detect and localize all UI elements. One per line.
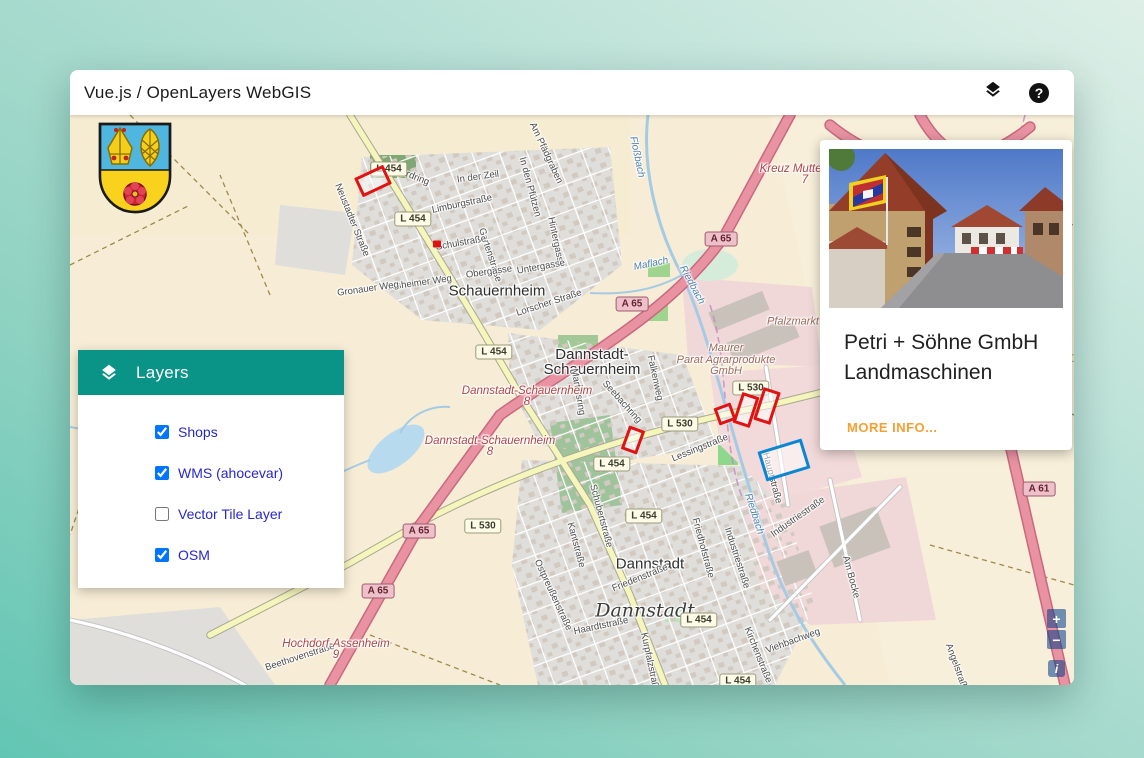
zoom-in-button[interactable]: +	[1047, 609, 1066, 628]
street-label: Friedhofstraße	[690, 517, 717, 580]
street-label: Am Bocke	[840, 555, 862, 600]
top-bar: Vue.js / OpenLayers WebGIS ?	[70, 70, 1074, 115]
feature-info-card: Petri + Söhne GmbH Landmaschinen MORE IN…	[820, 140, 1072, 450]
road-badge: L 530	[464, 519, 501, 534]
water-label: Floßbach	[627, 135, 646, 178]
street-label: Kurpfalzstraße	[638, 632, 662, 685]
feature-title: Petri + Söhne GmbH Landmaschinen	[844, 328, 1038, 388]
street-label: Ostpreußenstraße	[532, 558, 575, 633]
landuse-label: MaurerParat AgrarprodukteGmbH	[677, 343, 776, 378]
layer-checkbox[interactable]	[155, 507, 169, 521]
road-badge: L 454	[593, 457, 630, 472]
layer-row[interactable]: OSM	[78, 534, 344, 575]
selected-shop-feature[interactable]	[757, 438, 810, 481]
layer-checkbox[interactable]	[155, 466, 169, 480]
layer-row[interactable]: Shops	[78, 411, 344, 452]
street-label: Kantstraße	[565, 521, 588, 569]
road-badge: A 61	[1023, 482, 1056, 497]
road-badge: L 454	[625, 509, 662, 524]
road-badge: A 65	[362, 584, 395, 599]
municipality-logo	[95, 120, 175, 220]
app-title: Vue.js / OpenLayers WebGIS	[84, 83, 311, 103]
shop-feature[interactable]	[621, 425, 646, 454]
road-badge: L 454	[680, 613, 717, 628]
layers-panel: Layers Shops WMS (ahocevar) Vector Tile …	[78, 350, 344, 588]
help-button[interactable]: ?	[1028, 82, 1050, 104]
layer-checkbox[interactable]	[155, 425, 169, 439]
attribution-button[interactable]: i	[1048, 660, 1065, 677]
street-label: Gronauer Weg	[336, 279, 399, 299]
layer-label: WMS (ahocevar)	[178, 465, 283, 481]
water-label: Riedbach	[677, 264, 707, 306]
feature-title-line1: Petri + Söhne GmbH	[844, 328, 1038, 358]
layers-list: Shops WMS (ahocevar) Vector Tile Layer O…	[78, 395, 344, 588]
street-label: Industriestraße	[722, 526, 752, 590]
layers-icon	[98, 362, 120, 384]
road-badge: L 454	[719, 674, 756, 686]
zoom-out-button[interactable]: −	[1047, 630, 1066, 649]
route-label: Hochdorf-Assenheim9	[282, 639, 389, 661]
landuse-label: Pfalzmarkt	[767, 316, 819, 328]
road-badge: A 65	[403, 524, 436, 539]
shop-feature[interactable]	[433, 241, 441, 248]
layers-toggle-button[interactable]	[982, 82, 1004, 104]
road-badge: A 65	[616, 297, 649, 312]
route-label: Dannstadt-Schauernheim8	[425, 436, 555, 458]
street-label: Lessingstraße	[670, 432, 729, 465]
help-icon: ?	[1029, 83, 1049, 103]
street-label: Seebachring	[600, 378, 644, 425]
layer-label: Vector Tile Layer	[178, 506, 282, 522]
water-label: Riedbach	[742, 492, 766, 536]
road-badge: L 530	[661, 417, 698, 432]
layer-label: OSM	[178, 547, 210, 563]
layer-row[interactable]: WMS (ahocevar)	[78, 452, 344, 493]
street-label: In der Zeil	[456, 169, 499, 186]
road-badge: L 454	[475, 345, 512, 360]
road-badge: A 65	[705, 232, 738, 247]
feature-title-line2: Landmaschinen	[844, 358, 1038, 388]
street-label: Viehbachweg	[764, 626, 821, 656]
layer-label: Shops	[178, 424, 218, 440]
more-info-button[interactable]: MORE INFO...	[847, 420, 938, 435]
route-label: Dannstadt-Schauernheim8	[462, 386, 592, 408]
layers-panel-header: Layers	[78, 350, 344, 395]
layers-panel-title: Layers	[136, 363, 189, 383]
town-label: Dannstadt-Schauernheim	[544, 347, 641, 377]
town-label: Schauernheim	[449, 284, 546, 299]
layers-icon	[982, 79, 1004, 106]
street-label: Schubertstraße	[587, 483, 614, 549]
water-label: Maflach	[633, 255, 670, 273]
layer-row[interactable]: Vector Tile Layer	[78, 493, 344, 534]
feature-photo	[829, 149, 1063, 308]
street-label: Angelstraße	[943, 642, 971, 685]
street-label: In den Pfützen	[517, 156, 543, 218]
street-label: Obergasse	[465, 263, 513, 280]
layer-checkbox[interactable]	[155, 548, 169, 562]
street-label: Untergasse	[516, 257, 566, 276]
app-window: Vue.js / OpenLayers WebGIS ?	[70, 70, 1074, 685]
road-badge: L 454	[394, 212, 431, 227]
street-label: Falkenweg	[645, 354, 665, 401]
street-label: Schulstraße	[435, 233, 487, 253]
street-label: Limburgstraße	[431, 192, 493, 215]
